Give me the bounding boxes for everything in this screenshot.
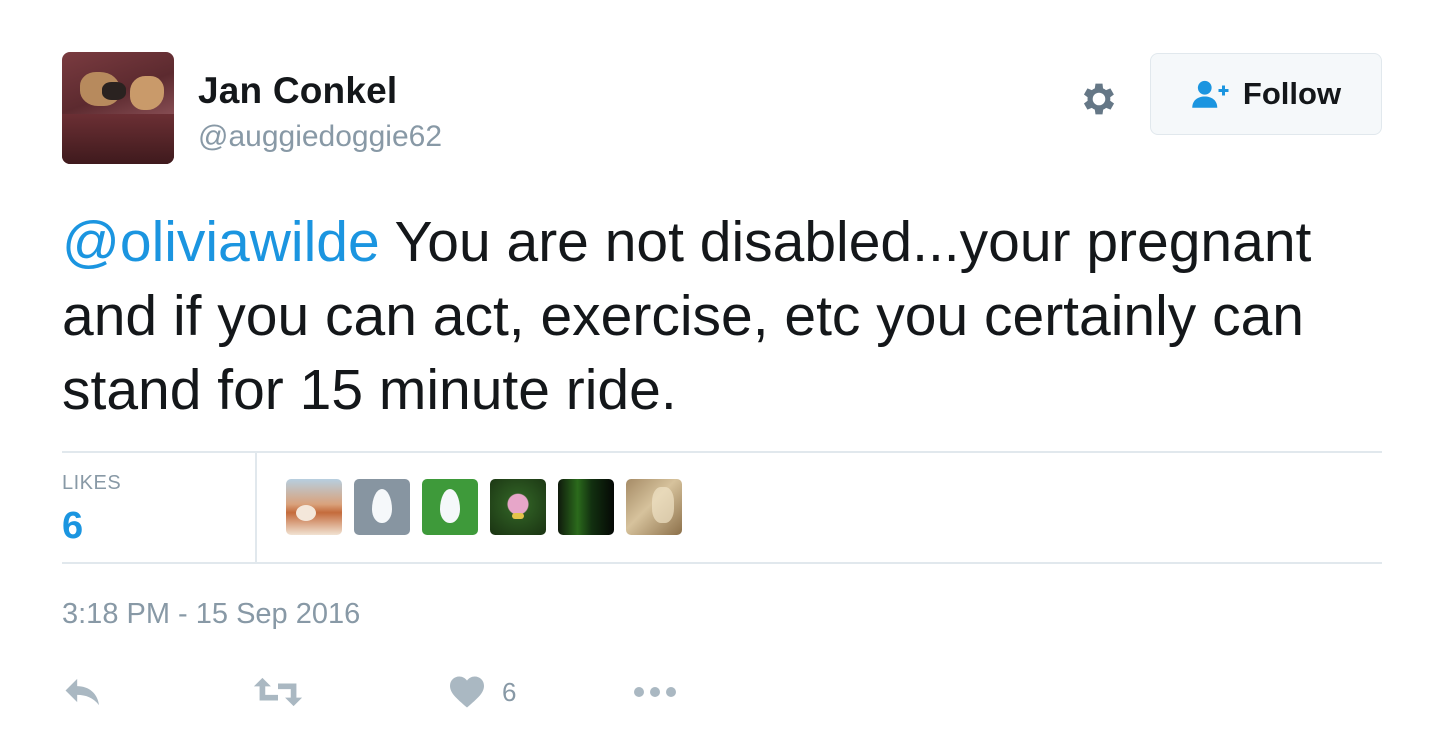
more-button[interactable] bbox=[632, 672, 678, 712]
retweet-icon bbox=[253, 677, 303, 707]
like-button[interactable]: 6 bbox=[448, 672, 516, 712]
liker-avatar[interactable] bbox=[558, 479, 614, 535]
follow-button-label: Follow bbox=[1242, 76, 1342, 111]
add-user-icon bbox=[1192, 80, 1229, 108]
more-icon bbox=[634, 687, 676, 697]
likes-label: LIKES bbox=[62, 472, 122, 494]
divider bbox=[62, 562, 1382, 564]
avatar-dog bbox=[102, 82, 126, 100]
heart-icon bbox=[450, 676, 484, 708]
follow-button[interactable]: Follow bbox=[1150, 53, 1382, 135]
likes-count[interactable]: 6 bbox=[62, 505, 83, 548]
user-display-name[interactable]: Jan Conkel bbox=[198, 70, 397, 112]
egg-icon bbox=[372, 489, 392, 523]
liker-avatar[interactable] bbox=[490, 479, 546, 535]
avatar-dog bbox=[130, 76, 164, 110]
retweet-button[interactable] bbox=[252, 672, 304, 712]
tweet-card: Jan Conkel @auggiedoggie62 Follow @olivi… bbox=[0, 0, 1440, 746]
liker-avatar[interactable] bbox=[422, 479, 478, 535]
tweet-timestamp[interactable]: 3:18 PM - 15 Sep 2016 bbox=[62, 598, 360, 631]
likers-list bbox=[286, 479, 682, 535]
divider bbox=[255, 453, 257, 562]
gear-icon[interactable] bbox=[1078, 78, 1120, 120]
like-count: 6 bbox=[502, 676, 517, 707]
user-avatar[interactable] bbox=[62, 52, 174, 164]
divider bbox=[62, 451, 1382, 453]
egg-icon bbox=[440, 489, 460, 523]
tweet-text: @oliviawilde You are not disabled...your… bbox=[62, 205, 1362, 427]
reply-button[interactable] bbox=[62, 672, 104, 712]
user-handle[interactable]: @auggiedoggie62 bbox=[198, 120, 442, 154]
liker-avatar[interactable] bbox=[354, 479, 410, 535]
liker-avatar[interactable] bbox=[626, 479, 682, 535]
tweet-mention-link[interactable]: @oliviawilde bbox=[62, 210, 380, 274]
reply-icon bbox=[65, 678, 99, 706]
avatar-cushion bbox=[62, 114, 174, 164]
liker-avatar[interactable] bbox=[286, 479, 342, 535]
